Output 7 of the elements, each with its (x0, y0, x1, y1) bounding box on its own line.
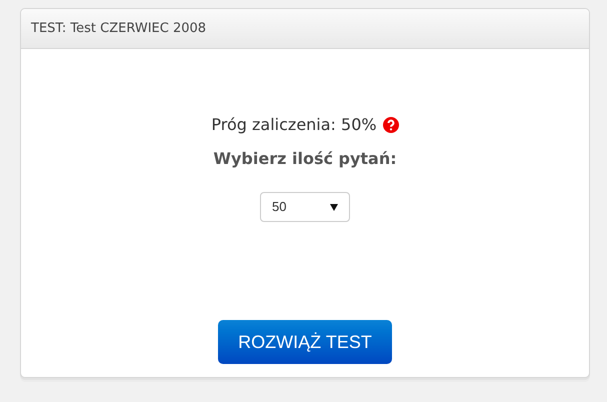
dropdown-caret-icon (330, 204, 338, 210)
pass-threshold-text: Próg zaliczenia: 50% (211, 114, 377, 136)
panel-title: TEST: Test CZERWIEC 2008 (31, 20, 206, 38)
help-icon[interactable] (382, 117, 399, 133)
question-count-select[interactable]: 50 (260, 192, 350, 222)
question-count-label: Wybierz ilość pytań: (213, 148, 397, 170)
start-test-button[interactable]: ROZWIĄŻ TEST (218, 320, 392, 364)
